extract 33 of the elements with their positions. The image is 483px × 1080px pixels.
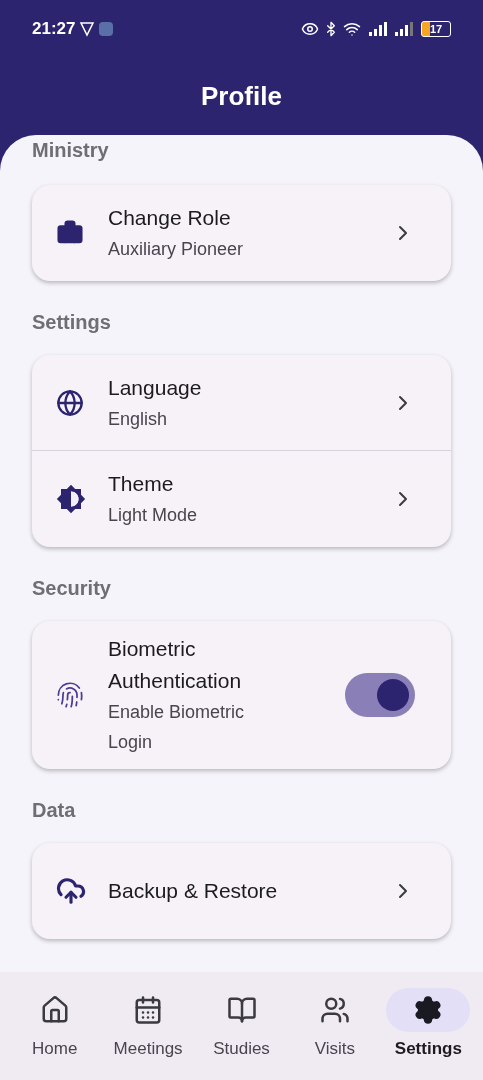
item-subtitle: Auxiliary Pioneer xyxy=(108,238,245,261)
item-title: Change Role xyxy=(108,205,232,231)
item-subtitle: Light Mode xyxy=(108,504,199,527)
nav-tab[interactable]: Home xyxy=(8,988,102,1062)
page-title: Profile xyxy=(201,80,282,113)
item-title: Language xyxy=(108,374,203,401)
signal-icon xyxy=(395,22,413,36)
item-title: Backup & Restore xyxy=(108,878,279,904)
book-icon xyxy=(226,995,257,1025)
section-header: Ministry xyxy=(32,138,110,163)
cloud-upload-icon xyxy=(56,876,86,906)
status-time: 21:27 xyxy=(32,18,76,41)
section-header: Settings xyxy=(32,310,112,335)
item-subtitle: Enable Biometric Login xyxy=(108,701,246,754)
nav-tab[interactable]: Visits xyxy=(288,988,382,1062)
nav-tab[interactable]: Studies xyxy=(194,988,289,1062)
eye-icon xyxy=(301,20,319,38)
item-title: Theme xyxy=(108,471,175,497)
biometric-toggle[interactable] xyxy=(345,673,415,717)
globe-icon xyxy=(56,388,84,417)
app-icon xyxy=(99,22,114,36)
brightness-icon xyxy=(56,484,86,514)
item-title: Biometric Authentication xyxy=(108,636,243,694)
people-icon xyxy=(319,995,350,1025)
wifi-icon xyxy=(343,20,361,38)
signal-icon xyxy=(369,22,387,36)
item-subtitle: English xyxy=(108,407,169,431)
fingerprint-icon xyxy=(56,681,84,709)
calendar-icon xyxy=(133,995,164,1025)
section-header: Security xyxy=(32,576,112,601)
nav-tab[interactable]: Meetings xyxy=(101,988,195,1062)
section-header: Data xyxy=(32,798,77,823)
battery-indicator: 17 xyxy=(421,21,451,37)
